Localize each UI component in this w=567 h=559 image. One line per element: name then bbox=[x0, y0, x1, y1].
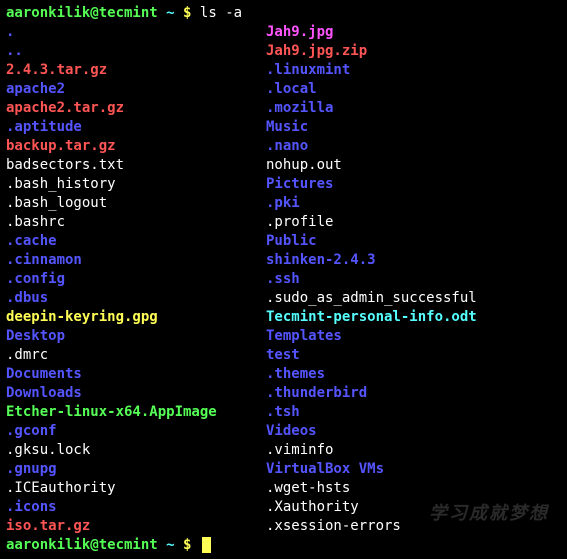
ls-entry: Public bbox=[266, 232, 561, 251]
ls-entry: .Xauthority bbox=[266, 498, 561, 517]
ls-entry: .ssh bbox=[266, 270, 561, 289]
ls-entry: Documents bbox=[6, 365, 266, 384]
ls-entry: Jah9.jpg bbox=[266, 23, 561, 42]
ls-entry: .cache bbox=[6, 232, 266, 251]
ls-column-1: ...2.4.3.tar.gzapache2apache2.tar.gz.apt… bbox=[6, 23, 266, 536]
ls-entry: .dbus bbox=[6, 289, 266, 308]
ls-entry: .profile bbox=[266, 213, 561, 232]
ls-entry: nohup.out bbox=[266, 156, 561, 175]
ls-entry: .gnupg bbox=[6, 460, 266, 479]
prompt-user-host: aaronkilik@tecmint bbox=[6, 5, 158, 21]
ls-entry: .linuxmint bbox=[266, 61, 561, 80]
ls-entry: .bashrc bbox=[6, 213, 266, 232]
ls-entry: .local bbox=[266, 80, 561, 99]
ls-entry: iso.tar.gz bbox=[6, 517, 266, 536]
ls-entry: test bbox=[266, 346, 561, 365]
ls-entry: .. bbox=[6, 42, 266, 61]
ls-entry: .ICEauthority bbox=[6, 479, 266, 498]
ls-entry: shinken-2.4.3 bbox=[266, 251, 561, 270]
cursor bbox=[202, 537, 211, 553]
ls-entry: Downloads bbox=[6, 384, 266, 403]
ls-entry: .aptitude bbox=[6, 118, 266, 137]
ls-entry: Jah9.jpg.zip bbox=[266, 42, 561, 61]
ls-entry: .cinnamon bbox=[6, 251, 266, 270]
ls-entry: .thunderbird bbox=[266, 384, 561, 403]
ls-entry: .dmrc bbox=[6, 346, 266, 365]
terminal[interactable]: aaronkilik@tecmint ~ $ ls -a ...2.4.3.ta… bbox=[0, 0, 567, 559]
ls-entry: backup.tar.gz bbox=[6, 137, 266, 156]
ls-entry: .gksu.lock bbox=[6, 441, 266, 460]
ls-entry: .themes bbox=[266, 365, 561, 384]
ls-entry: .mozilla bbox=[266, 99, 561, 118]
command-text: ls -a bbox=[200, 5, 242, 21]
ls-entry: .config bbox=[6, 270, 266, 289]
ls-entry: .xsession-errors bbox=[266, 517, 561, 536]
ls-entry: Pictures bbox=[266, 175, 561, 194]
prompt-user-host: aaronkilik@tecmint bbox=[6, 537, 158, 553]
prompt-line-1: aaronkilik@tecmint ~ $ ls -a bbox=[6, 4, 561, 23]
ls-output: ...2.4.3.tar.gzapache2apache2.tar.gz.apt… bbox=[6, 23, 561, 536]
ls-entry: .viminfo bbox=[266, 441, 561, 460]
ls-entry: apache2.tar.gz bbox=[6, 99, 266, 118]
ls-entry: .bash_logout bbox=[6, 194, 266, 213]
ls-entry: badsectors.txt bbox=[6, 156, 266, 175]
ls-entry: . bbox=[6, 23, 266, 42]
ls-entry: Videos bbox=[266, 422, 561, 441]
ls-entry: 2.4.3.tar.gz bbox=[6, 61, 266, 80]
ls-entry: .wget-hsts bbox=[266, 479, 561, 498]
ls-entry: Templates bbox=[266, 327, 561, 346]
ls-entry: apache2 bbox=[6, 80, 266, 99]
ls-entry: Tecmint-personal-info.odt bbox=[266, 308, 561, 327]
prompt-symbol: $ bbox=[183, 5, 191, 21]
ls-entry: .sudo_as_admin_successful bbox=[266, 289, 561, 308]
ls-entry: .gconf bbox=[6, 422, 266, 441]
ls-entry: .bash_history bbox=[6, 175, 266, 194]
ls-entry: .tsh bbox=[266, 403, 561, 422]
prompt-cwd: ~ bbox=[166, 5, 174, 21]
ls-entry: .nano bbox=[266, 137, 561, 156]
ls-entry: Desktop bbox=[6, 327, 266, 346]
prompt-symbol: $ bbox=[183, 537, 191, 553]
ls-entry: Music bbox=[266, 118, 561, 137]
ls-entry: deepin-keyring.gpg bbox=[6, 308, 266, 327]
ls-column-2: Jah9.jpgJah9.jpg.zip.linuxmint.local.moz… bbox=[266, 23, 561, 536]
prompt-line-2: aaronkilik@tecmint ~ $ bbox=[6, 536, 561, 555]
ls-entry: .icons bbox=[6, 498, 266, 517]
ls-entry: Etcher-linux-x64.AppImage bbox=[6, 403, 266, 422]
prompt-cwd: ~ bbox=[166, 537, 174, 553]
ls-entry: .pki bbox=[266, 194, 561, 213]
ls-entry: VirtualBox VMs bbox=[266, 460, 561, 479]
